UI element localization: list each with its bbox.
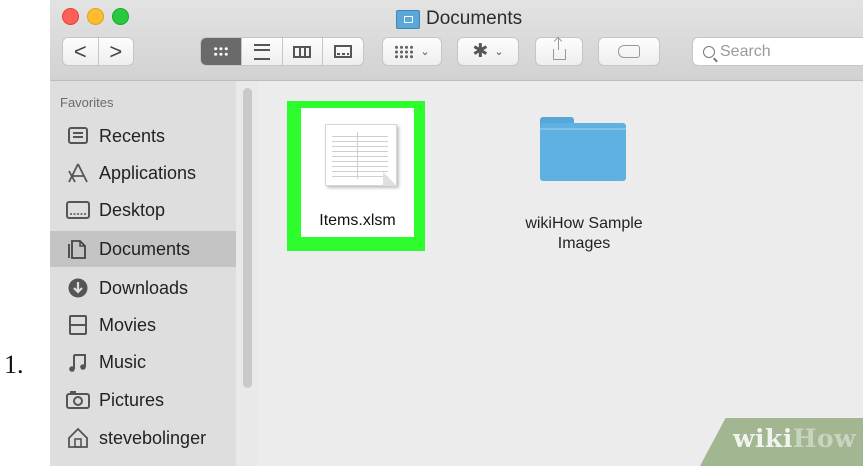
window-title-text: Documents — [426, 8, 523, 29]
gallery-view-button[interactable] — [322, 38, 363, 65]
action-menu-button[interactable]: ✱ ⌄ — [457, 37, 519, 66]
close-window-button[interactable] — [62, 8, 79, 25]
window-title: Documents — [396, 8, 522, 30]
sidebar-item-label: Music — [99, 351, 147, 372]
sidebar-item-applications[interactable]: Applications — [50, 155, 236, 191]
search-icon — [703, 45, 715, 58]
icon-view-button[interactable] — [201, 38, 241, 65]
recents-icon — [66, 125, 90, 147]
share-button[interactable] — [535, 37, 583, 66]
view-mode-control — [200, 37, 364, 66]
share-icon — [552, 38, 566, 60]
home-icon — [66, 427, 90, 449]
sidebar-item-recents[interactable]: Recents — [50, 118, 236, 154]
list-view-button[interactable] — [240, 38, 282, 65]
sidebar-item-label: Pictures — [99, 389, 165, 410]
tags-button[interactable] — [598, 37, 660, 66]
chevron-down-icon: ⌄ — [420, 46, 430, 58]
group-by-button[interactable]: ⌄ — [382, 37, 442, 66]
wikihow-watermark: wikiHow — [733, 424, 857, 453]
title-bar: Documents < > ⌄ ✱ ⌄ — [50, 0, 863, 81]
sidebar-item-movies[interactable]: Movies — [50, 307, 236, 343]
music-icon — [66, 351, 90, 373]
downloads-icon — [66, 277, 90, 299]
sidebar-item-label: Documents — [99, 238, 191, 259]
sidebar-item-documents[interactable]: Documents — [50, 231, 236, 267]
file-item-items-xlsm[interactable]: Items.xlsm — [301, 108, 414, 237]
documents-folder-icon — [396, 9, 420, 29]
sidebar-item-label: Desktop — [99, 199, 166, 220]
sidebar-item-music[interactable]: Music — [50, 344, 236, 380]
file-browser-area: Items.xlsm wikiHow Sample Images — [258, 81, 863, 466]
sidebar-scrollbar[interactable] — [243, 88, 252, 388]
list-view-icon — [253, 43, 270, 60]
desktop-icon — [66, 199, 90, 221]
icon-view-icon — [212, 46, 229, 57]
list-number: 1. — [4, 350, 24, 379]
spreadsheet-file-icon — [325, 124, 397, 186]
sidebar-item-home[interactable]: stevebolinger — [50, 420, 236, 456]
sidebar-item-pictures[interactable]: Pictures — [50, 382, 236, 418]
movies-icon — [66, 314, 90, 336]
sidebar: Favorites Recents Applications Desktop D… — [50, 81, 236, 466]
tag-icon — [618, 45, 640, 58]
forward-button[interactable]: > — [97, 38, 134, 65]
applications-icon — [66, 162, 90, 184]
column-view-button[interactable] — [281, 38, 323, 65]
navigation-buttons: < > — [62, 37, 134, 66]
chevron-down-icon: ⌄ — [494, 46, 504, 58]
finder-window: Documents < > ⌄ ✱ ⌄ Search Favorites Rec… — [50, 0, 863, 466]
sidebar-heading-favorites: Favorites — [60, 95, 114, 110]
minimize-window-button[interactable] — [87, 8, 104, 25]
documents-icon — [66, 238, 90, 260]
sidebar-item-label: Downloads — [99, 277, 189, 298]
sidebar-item-desktop[interactable]: Desktop — [50, 192, 236, 228]
sidebar-item-label: Movies — [99, 314, 157, 335]
folder-item-wikihow-sample-images[interactable] — [540, 117, 626, 181]
back-button[interactable]: < — [63, 38, 98, 65]
sidebar-item-label: Applications — [99, 162, 197, 183]
file-name-label: Items.xlsm — [319, 212, 396, 229]
sidebar-item-label: Recents — [99, 125, 166, 146]
folder-name-label[interactable]: wikiHow Sample Images — [502, 214, 666, 254]
gallery-view-icon — [334, 45, 353, 58]
group-grid-icon — [394, 44, 415, 59]
search-input[interactable] — [720, 42, 840, 61]
search-field[interactable] — [692, 37, 863, 66]
gear-icon: ✱ — [472, 41, 489, 62]
maximize-window-button[interactable] — [112, 8, 129, 25]
pictures-icon — [66, 389, 90, 411]
column-view-icon — [293, 45, 312, 58]
sidebar-item-downloads[interactable]: Downloads — [50, 270, 236, 306]
sidebar-item-label: stevebolinger — [99, 427, 207, 448]
